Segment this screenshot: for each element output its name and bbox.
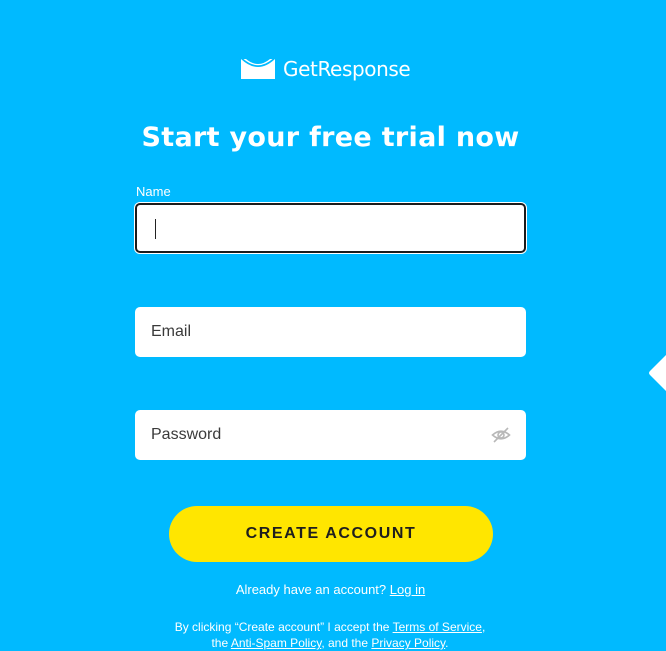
page-title: Start your free trial now (141, 122, 520, 153)
text-caret (155, 219, 156, 239)
eye-slash-icon[interactable] (491, 425, 511, 445)
login-prompt: Already have an account? Log in (0, 581, 661, 599)
anti-spam-policy-link[interactable]: Anti-Spam Policy (231, 636, 321, 650)
legal-text-3: , and the (321, 636, 369, 650)
login-prompt-text: Already have an account? (235, 582, 387, 597)
email-input[interactable] (135, 307, 526, 357)
name-input[interactable] (137, 205, 524, 251)
name-field-label: Name (136, 184, 171, 199)
logo-wordmark: GetResponse (283, 57, 411, 81)
login-link[interactable]: Log in (390, 582, 425, 597)
email-field[interactable] (135, 307, 526, 357)
getresponse-logo[interactable]: GetResponse (240, 55, 411, 83)
privacy-policy-link[interactable]: Privacy Policy (371, 636, 445, 650)
terms-of-service-link[interactable]: Terms of Service (393, 620, 482, 634)
envelope-smile-icon (241, 59, 275, 79)
password-field[interactable] (135, 410, 526, 460)
legal-text-4: . (445, 636, 449, 650)
password-input[interactable] (135, 410, 526, 460)
legal-text-1: By clicking “Create account” I accept th… (174, 620, 390, 634)
chevron-left-tab-icon[interactable] (648, 355, 666, 391)
name-field[interactable] (135, 203, 526, 253)
create-account-button[interactable]: CREATE ACCOUNT (169, 506, 493, 562)
legal-notice: By clicking “Create account” I accept th… (170, 619, 490, 651)
